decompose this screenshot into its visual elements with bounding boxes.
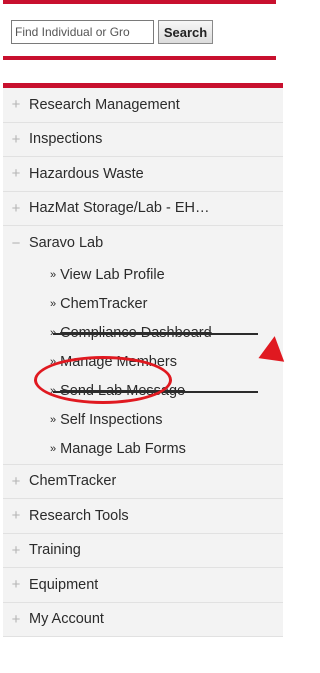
nav-item-equipment[interactable]: + Equipment (3, 568, 283, 603)
nav-item-label: Inspections (29, 131, 103, 148)
nav-item-research-management[interactable]: + Research Management (3, 88, 283, 123)
expand-plus-icon: + (11, 165, 21, 183)
sub-item-self-inspections[interactable]: » Self Inspections (3, 406, 283, 435)
nav-item-research-tools[interactable]: + Research Tools (3, 499, 283, 534)
nav-item-training[interactable]: + Training (3, 533, 283, 568)
expand-plus-icon: + (11, 472, 21, 490)
sub-item-label: Compliance Dashboard (60, 325, 212, 341)
nav-item-label: Research Tools (29, 507, 129, 524)
sub-list: » View Lab Profile » ChemTracker » Compl… (3, 260, 283, 464)
nav-item-label: Hazardous Waste (29, 165, 144, 182)
sub-item-label: Send Lab Message (60, 383, 186, 399)
nav-item-label: My Account (29, 611, 104, 628)
nav-item-saravo-lab[interactable]: − Saravo Lab (3, 226, 283, 261)
sub-item-chemtracker[interactable]: » ChemTracker (3, 290, 283, 319)
sub-item-view-lab-profile[interactable]: » View Lab Profile (3, 261, 283, 290)
expand-plus-icon: + (11, 610, 21, 628)
collapse-minus-icon: − (11, 234, 21, 252)
sub-item-send-lab-message[interactable]: » Send Lab Message (3, 377, 283, 406)
expand-plus-icon: + (11, 199, 21, 217)
expand-plus-icon: + (11, 130, 21, 148)
nav-item-my-account[interactable]: + My Account (3, 602, 283, 637)
expand-plus-icon: + (11, 507, 21, 525)
nav-item-label: HazMat Storage/Lab - EH… (29, 200, 210, 217)
bullet-icon: » (50, 269, 57, 281)
nav-item-hazardous-waste[interactable]: + Hazardous Waste (3, 157, 283, 192)
expand-plus-icon: + (11, 576, 21, 594)
sub-item-compliance-dashboard[interactable]: » Compliance Dashboard (3, 319, 283, 348)
bullet-icon: » (50, 298, 57, 310)
sub-item-manage-lab-forms[interactable]: » Manage Lab Forms (3, 435, 283, 464)
bullet-icon: » (50, 385, 57, 397)
sub-item-label: Manage Lab Forms (60, 441, 186, 457)
bullet-icon: » (50, 327, 57, 339)
bullet-icon: » (50, 443, 57, 455)
expand-plus-icon: + (11, 541, 21, 559)
nav-item-label: Training (29, 542, 81, 559)
bullet-icon: » (50, 414, 57, 426)
nav-item-hazmat-storage[interactable]: + HazMat Storage/Lab - EH… (3, 191, 283, 226)
sub-item-label: Manage Members (60, 354, 177, 370)
nav-item-inspections[interactable]: + Inspections (3, 122, 283, 157)
search-box: Search (3, 0, 276, 60)
nav-item-label: Research Management (29, 96, 180, 113)
nav-item-label: Equipment (29, 576, 99, 593)
sub-item-label: ChemTracker (60, 296, 148, 312)
nav-list: + Research Management + Inspections + Ha… (3, 88, 283, 637)
sub-item-label: View Lab Profile (60, 267, 165, 283)
nav-item-chemtracker[interactable]: + ChemTracker (3, 464, 283, 499)
sub-item-label: Self Inspections (60, 412, 163, 428)
side-navigation: + Research Management + Inspections + Ha… (3, 83, 283, 668)
nav-item-label: ChemTracker (29, 473, 117, 490)
sub-item-manage-members[interactable]: » Manage Members (3, 348, 283, 377)
nav-item-label: Saravo Lab (29, 235, 104, 252)
search-input[interactable] (11, 20, 154, 44)
bullet-icon: » (50, 356, 57, 368)
expand-plus-icon: + (11, 96, 21, 114)
search-button[interactable]: Search (158, 20, 213, 44)
saravo-lab-submenu: » View Lab Profile » ChemTracker » Compl… (3, 260, 283, 465)
